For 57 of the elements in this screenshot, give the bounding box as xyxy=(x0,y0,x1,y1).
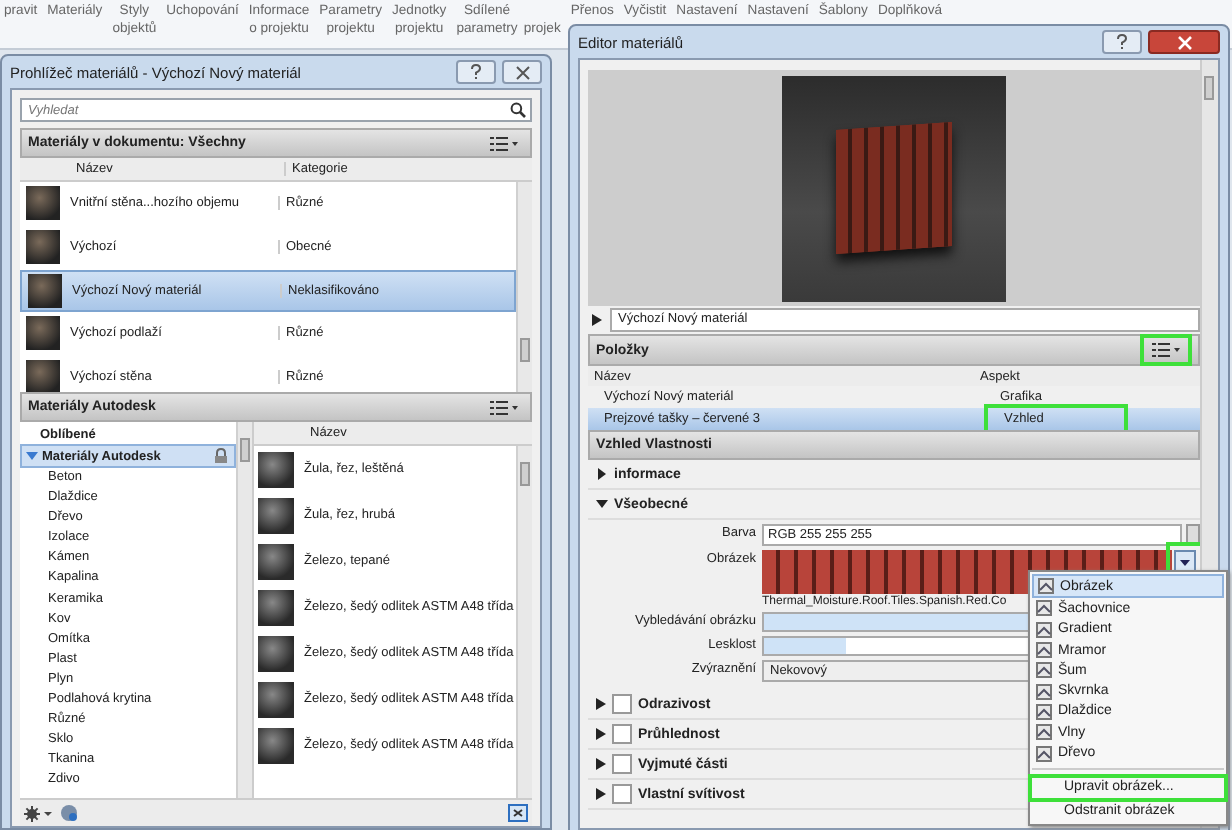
material-thumbnail xyxy=(25,360,59,394)
material-thumbnail xyxy=(258,589,294,625)
material-thumbnail xyxy=(25,186,59,220)
material-thumbnail xyxy=(258,451,294,487)
help-button[interactable] xyxy=(1102,30,1142,54)
list-icon xyxy=(490,399,518,415)
scrollbar[interactable] xyxy=(516,446,532,798)
material-thumbnail xyxy=(25,316,59,350)
material-thumbnail xyxy=(258,681,294,717)
expand-arrow-icon xyxy=(26,450,38,462)
view-options-button[interactable] xyxy=(1140,334,1192,366)
expand-arrow-icon[interactable] xyxy=(596,728,606,740)
material-thumbnail xyxy=(27,274,61,308)
close-button[interactable] xyxy=(502,60,542,84)
expand-arrow-icon xyxy=(596,498,608,510)
expand-arrow-icon[interactable] xyxy=(592,314,602,326)
close-button[interactable] xyxy=(1148,30,1220,54)
texture-icon xyxy=(1036,642,1052,659)
list-icon xyxy=(490,135,518,151)
texture-icon xyxy=(1036,703,1052,720)
help-icon xyxy=(1116,34,1128,50)
material-thumbnail xyxy=(25,230,59,264)
texture-icon xyxy=(1036,662,1052,679)
texture-icon xyxy=(1036,621,1052,638)
checkbox[interactable] xyxy=(612,754,632,774)
help-button[interactable] xyxy=(456,60,496,84)
gear-icon[interactable] xyxy=(24,805,52,821)
expand-arrow-icon xyxy=(596,468,608,480)
expand-arrow-icon[interactable] xyxy=(596,758,606,770)
scrollbar[interactable] xyxy=(516,182,532,392)
close-icon xyxy=(515,65,529,79)
help-icon xyxy=(470,64,482,80)
list-icon xyxy=(1152,342,1180,358)
material-thumbnail xyxy=(258,727,294,763)
globe-icon[interactable] xyxy=(60,804,78,822)
checkbox[interactable] xyxy=(612,784,632,804)
expand-arrow-icon[interactable] xyxy=(596,788,606,800)
checkbox[interactable] xyxy=(612,724,632,744)
expand-arrow-icon[interactable] xyxy=(596,698,606,710)
texture-icon xyxy=(1036,600,1052,617)
texture-icon xyxy=(1036,683,1052,700)
texture-icon xyxy=(1036,724,1052,741)
color-picker-button[interactable] xyxy=(1186,524,1200,544)
view-options-button[interactable] xyxy=(484,395,524,419)
texture-icon xyxy=(1038,578,1054,595)
checkbox[interactable] xyxy=(612,694,632,714)
texture-icon xyxy=(1036,745,1052,762)
lock-icon xyxy=(214,448,228,464)
material-thumbnail xyxy=(258,497,294,533)
panel-toggle-icon[interactable] xyxy=(508,804,528,822)
scrollbar[interactable] xyxy=(236,422,252,798)
close-icon xyxy=(1177,35,1191,49)
material-thumbnail xyxy=(258,543,294,579)
caret-icon xyxy=(1180,559,1190,565)
search-icon[interactable] xyxy=(510,102,526,118)
material-thumbnail xyxy=(258,635,294,671)
view-options-button[interactable] xyxy=(484,131,524,155)
